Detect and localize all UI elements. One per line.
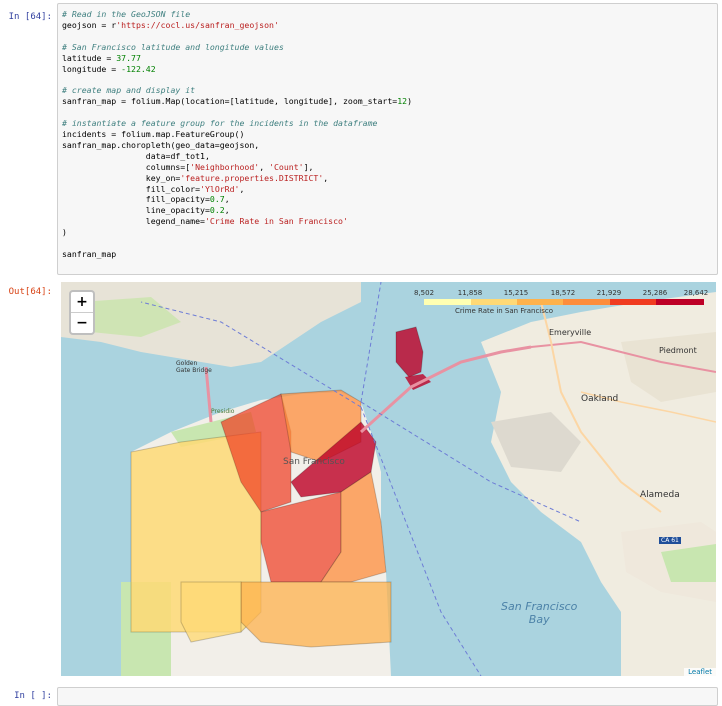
code-comment: # Read in the GeoJSON file	[62, 9, 191, 19]
code-text: data=df_tot1,	[62, 150, 210, 161]
legend-color-bar	[424, 299, 704, 305]
legend-tick: 21,929	[596, 289, 622, 297]
input-prompt: In [64]:	[8, 12, 52, 22]
code-text: sanfran_map = folium.Map(location=[latit…	[62, 96, 398, 107]
zoom-out-button[interactable]: −	[71, 313, 93, 333]
code-text: fill_color=	[62, 183, 201, 194]
code-text: ,	[239, 183, 245, 194]
code-comment: # create map and display it	[62, 85, 196, 96]
legend-tick: 28,642	[683, 289, 709, 297]
code-cell[interactable]: # Read in the GeoJSON file geojson = r'h…	[57, 3, 718, 275]
output-prompt: Out[64]:	[8, 287, 52, 297]
code-number: -122.42	[121, 63, 156, 74]
map-label-emeryville: Emeryville	[549, 328, 592, 337]
zoom-control[interactable]: + −	[69, 290, 95, 335]
legend-swatch	[563, 299, 610, 305]
legend-ticks: 8,502 11,858 15,215 18,572 21,929 25,286…	[414, 289, 708, 299]
code-text: ],	[303, 161, 314, 172]
code-text: latitude =	[62, 52, 117, 63]
legend-tick: 25,286	[642, 289, 668, 297]
code-string: 'Count'	[269, 161, 304, 172]
legend-swatch	[656, 299, 704, 305]
code-number: 12	[397, 96, 408, 107]
code-number: 37.77	[116, 52, 141, 63]
map-tiles[interactable]	[61, 282, 716, 676]
legend-tick: 8,502	[413, 289, 435, 297]
code-text: ,	[224, 205, 230, 216]
code-text: )	[407, 96, 412, 107]
code-string: 'YlOrRd'	[200, 183, 240, 194]
code-number: 0.2	[209, 205, 225, 216]
map-label-sf-bay: San Francisco Bay	[501, 600, 578, 626]
code-editor[interactable]: # Read in the GeoJSON file geojson = r'h…	[62, 9, 412, 260]
empty-input-prompt: In [ ]:	[14, 691, 52, 701]
code-string: 'https://cocl.us/sanfran_geojson'	[116, 19, 279, 30]
map-label-presidio: Presidio	[211, 408, 235, 415]
code-text: columns=[	[62, 161, 191, 172]
zoom-in-button[interactable]: +	[71, 292, 93, 313]
code-string: 'Neighborhood'	[190, 161, 260, 172]
legend-swatch	[610, 299, 656, 305]
legend-tick: 11,858	[457, 289, 483, 297]
code-text: sanfran_map	[62, 248, 117, 259]
legend-tick: 18,572	[550, 289, 576, 297]
map-label-alameda: Alameda	[640, 490, 680, 500]
code-text: legend_name=	[62, 216, 205, 227]
map-label-ca61: CA 61	[659, 537, 681, 544]
code-text: incidents = folium.map.FeatureGroup()	[62, 128, 245, 139]
empty-code-cell[interactable]	[57, 687, 718, 706]
code-text: sanfran_map.choropleth(geo_data=geojson,	[62, 139, 260, 150]
legend-title: Crime Rate in San Francisco	[454, 307, 554, 315]
folium-map[interactable]: Golden Gate Bridge Presidio San Francisc…	[61, 282, 716, 676]
leaflet-attribution[interactable]: Leaflet	[684, 668, 716, 676]
legend-swatch	[424, 299, 471, 305]
map-label-san-francisco: San Francisco	[283, 457, 345, 467]
map-label-piedmont: Piedmont	[659, 346, 697, 355]
code-text: fill_opacity=	[62, 194, 210, 205]
legend-swatch	[471, 299, 517, 305]
code-text: )	[62, 227, 67, 238]
code-text: line_opacity=	[62, 205, 210, 216]
code-text: ,	[224, 194, 230, 205]
code-comment: # San Francisco latitude and longitude v…	[62, 41, 284, 52]
color-legend: 8,502 11,858 15,215 18,572 21,929 25,286…	[414, 286, 708, 316]
map-label-golden-gate: Golden Gate Bridge	[176, 360, 212, 374]
code-text: key_on=	[62, 172, 181, 183]
code-text: ,	[259, 161, 270, 172]
code-comment: # instantiate a feature group for the in…	[62, 118, 378, 129]
code-text: geojson = r	[62, 19, 117, 30]
code-text: longitude =	[62, 63, 122, 74]
code-string: 'Crime Rate in San Francisco'	[204, 216, 348, 227]
code-text: ,	[323, 172, 329, 183]
code-string: 'feature.properties.DISTRICT'	[180, 172, 324, 183]
map-label-oakland: Oakland	[581, 394, 619, 404]
district-ingleside[interactable]	[240, 581, 392, 648]
legend-swatch	[517, 299, 563, 305]
legend-tick: 15,215	[503, 289, 529, 297]
district-taraval[interactable]	[180, 581, 242, 643]
code-number: 0.7	[209, 194, 225, 205]
